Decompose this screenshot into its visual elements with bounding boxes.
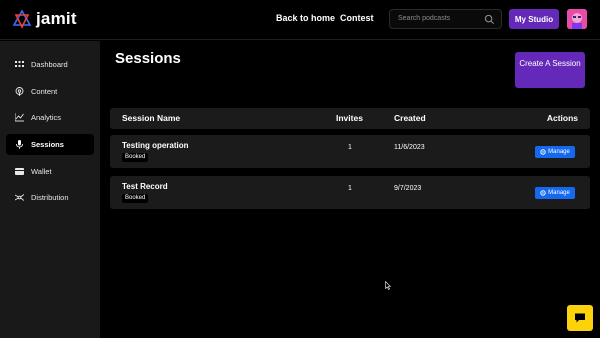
chat-support-button[interactable] (567, 305, 593, 331)
search-input[interactable]: Search podcasts (389, 9, 502, 29)
avatar[interactable] (567, 9, 587, 29)
search-icon[interactable] (484, 14, 495, 25)
sidebar-item-label: Dashboard (31, 60, 68, 69)
table-header: Session Name Invites Created Actions (110, 108, 590, 129)
podcast-icon (15, 87, 24, 96)
sidebar-item-label: Content (31, 87, 58, 96)
logo[interactable]: jamit (12, 7, 77, 31)
column-header-created: Created (394, 113, 426, 123)
logo-text: jamit (36, 9, 77, 28)
jamit-logo-icon (12, 9, 32, 29)
search-placeholder: Search podcasts (398, 15, 451, 22)
sidebar-item-distribution[interactable]: Distribution (6, 187, 94, 208)
session-created: 9/7/2023 (394, 185, 422, 192)
distribution-icon (15, 193, 24, 202)
gear-icon (540, 149, 546, 155)
session-name: Testing operation (122, 141, 189, 150)
column-header-session-name: Session Name (122, 113, 181, 123)
session-invites: 1 (348, 144, 352, 151)
wallet-icon (15, 167, 24, 176)
top-header: jamit Back to home Contest Search podcas… (0, 0, 600, 40)
column-header-actions: Actions (546, 113, 578, 123)
session-invites: 1 (348, 185, 352, 192)
sidebar-item-label: Sessions (31, 140, 64, 149)
manage-button[interactable]: Manage (535, 187, 575, 199)
microphone-icon (15, 140, 24, 149)
sidebar-item-label: Distribution (31, 193, 69, 202)
avatar-image-icon (567, 9, 587, 29)
sidebar-item-wallet[interactable]: Wallet (6, 161, 94, 182)
manage-label: Manage (548, 149, 570, 155)
table-row: Test Record Booked 1 9/7/2023 Manage (110, 176, 590, 209)
table-row: Testing operation Booked 1 11/6/2023 Man… (110, 135, 590, 168)
grid-icon (15, 60, 24, 69)
session-name: Test Record (122, 182, 168, 191)
sidebar-item-label: Analytics (31, 113, 62, 122)
column-header-invites: Invites (336, 113, 363, 123)
page-title: Sessions (115, 50, 181, 67)
chat-icon (575, 313, 585, 323)
my-studio-button[interactable]: My Studio (509, 9, 559, 29)
gear-icon (540, 190, 546, 196)
session-created: 11/6/2023 (394, 144, 425, 151)
chart-icon (15, 113, 24, 122)
sidebar: Dashboard Content Analytics Sessions Wal… (0, 41, 100, 338)
manage-label: Manage (548, 190, 570, 196)
sidebar-item-dashboard[interactable]: Dashboard (6, 54, 94, 75)
manage-button[interactable]: Manage (535, 146, 575, 158)
sidebar-item-label: Wallet (31, 167, 52, 176)
status-badge: Booked (122, 194, 149, 203)
nav-contest[interactable]: Contest (340, 13, 374, 23)
create-session-label: Create A Session (519, 59, 581, 68)
sidebar-item-analytics[interactable]: Analytics (6, 107, 94, 128)
sidebar-item-content[interactable]: Content (6, 81, 94, 102)
mouse-cursor-icon (385, 281, 391, 290)
status-badge: Booked (122, 153, 149, 162)
nav-back-to-home[interactable]: Back to home (276, 13, 335, 23)
create-session-button[interactable]: Create A Session (515, 52, 585, 88)
sidebar-item-sessions[interactable]: Sessions (6, 134, 94, 155)
